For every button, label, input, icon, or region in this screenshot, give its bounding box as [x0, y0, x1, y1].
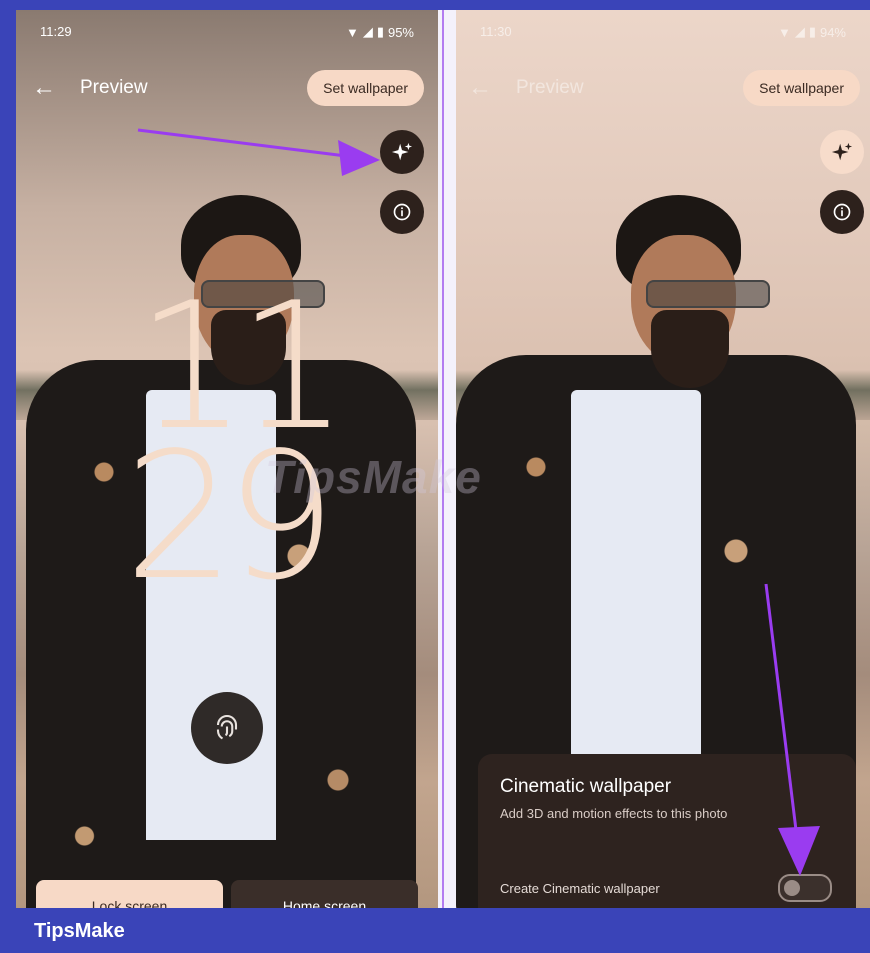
battery-icon: ▮ — [376, 24, 384, 39]
app-bar: ← Preview Set wallpaper — [466, 68, 860, 108]
signal-icon: ◢ — [362, 24, 373, 39]
signal-icon: ◢ — [794, 24, 805, 39]
page-title: Preview — [80, 77, 148, 98]
annotation-arrow-down — [764, 583, 820, 876]
fingerprint-button[interactable] — [191, 692, 263, 764]
tab-home-screen[interactable]: Home screen — [231, 880, 418, 908]
battery-icon: ▮ — [808, 24, 816, 39]
watermark: TipsMake — [265, 451, 482, 503]
info-button[interactable] — [380, 190, 424, 234]
set-wallpaper-button[interactable]: Set wallpaper — [307, 70, 424, 106]
status-time: 11:30 — [480, 24, 512, 39]
tab-lock-screen[interactable]: Lock screen — [36, 880, 223, 908]
info-icon — [393, 203, 411, 221]
arrow-left-icon[interactable]: ← — [466, 74, 494, 102]
info-button[interactable] — [820, 190, 864, 234]
right-phone-screen: 11:30 ▼ ◢ ▮ 94% ← Preview Set wallpaper … — [456, 10, 870, 908]
arrow-left-icon[interactable]: ← — [30, 74, 58, 102]
fingerprint-icon — [216, 714, 238, 740]
battery-percent: 95% — [387, 24, 414, 40]
wifi-icon: ▼ — [777, 24, 791, 40]
page-title: Preview — [516, 77, 584, 98]
wifi-icon: ▼ — [345, 24, 359, 40]
brand-label: TipsMake — [34, 920, 125, 942]
toggle-label: Create Cinematic wallpaper — [500, 880, 660, 896]
screen-tabs: Lock screen Home screen — [36, 880, 418, 908]
toggle-knob — [784, 880, 800, 896]
battery-percent: 94% — [819, 24, 846, 40]
info-icon — [833, 203, 851, 221]
annotation-arrow-right — [137, 128, 380, 176]
effects-button[interactable] — [380, 130, 424, 174]
footer-bar — [0, 908, 870, 953]
effects-button[interactable] — [820, 130, 864, 174]
status-bar: 11:29 ▼ ◢ ▮ 95% — [40, 24, 414, 40]
status-time: 11:29 — [40, 24, 72, 39]
sparkle-icon — [391, 142, 413, 161]
set-wallpaper-button[interactable]: Set wallpaper — [743, 70, 860, 106]
sparkle-icon — [831, 142, 853, 161]
status-bar: 11:30 ▼ ◢ ▮ 94% — [480, 24, 846, 40]
app-bar: ← Preview Set wallpaper — [30, 68, 424, 108]
